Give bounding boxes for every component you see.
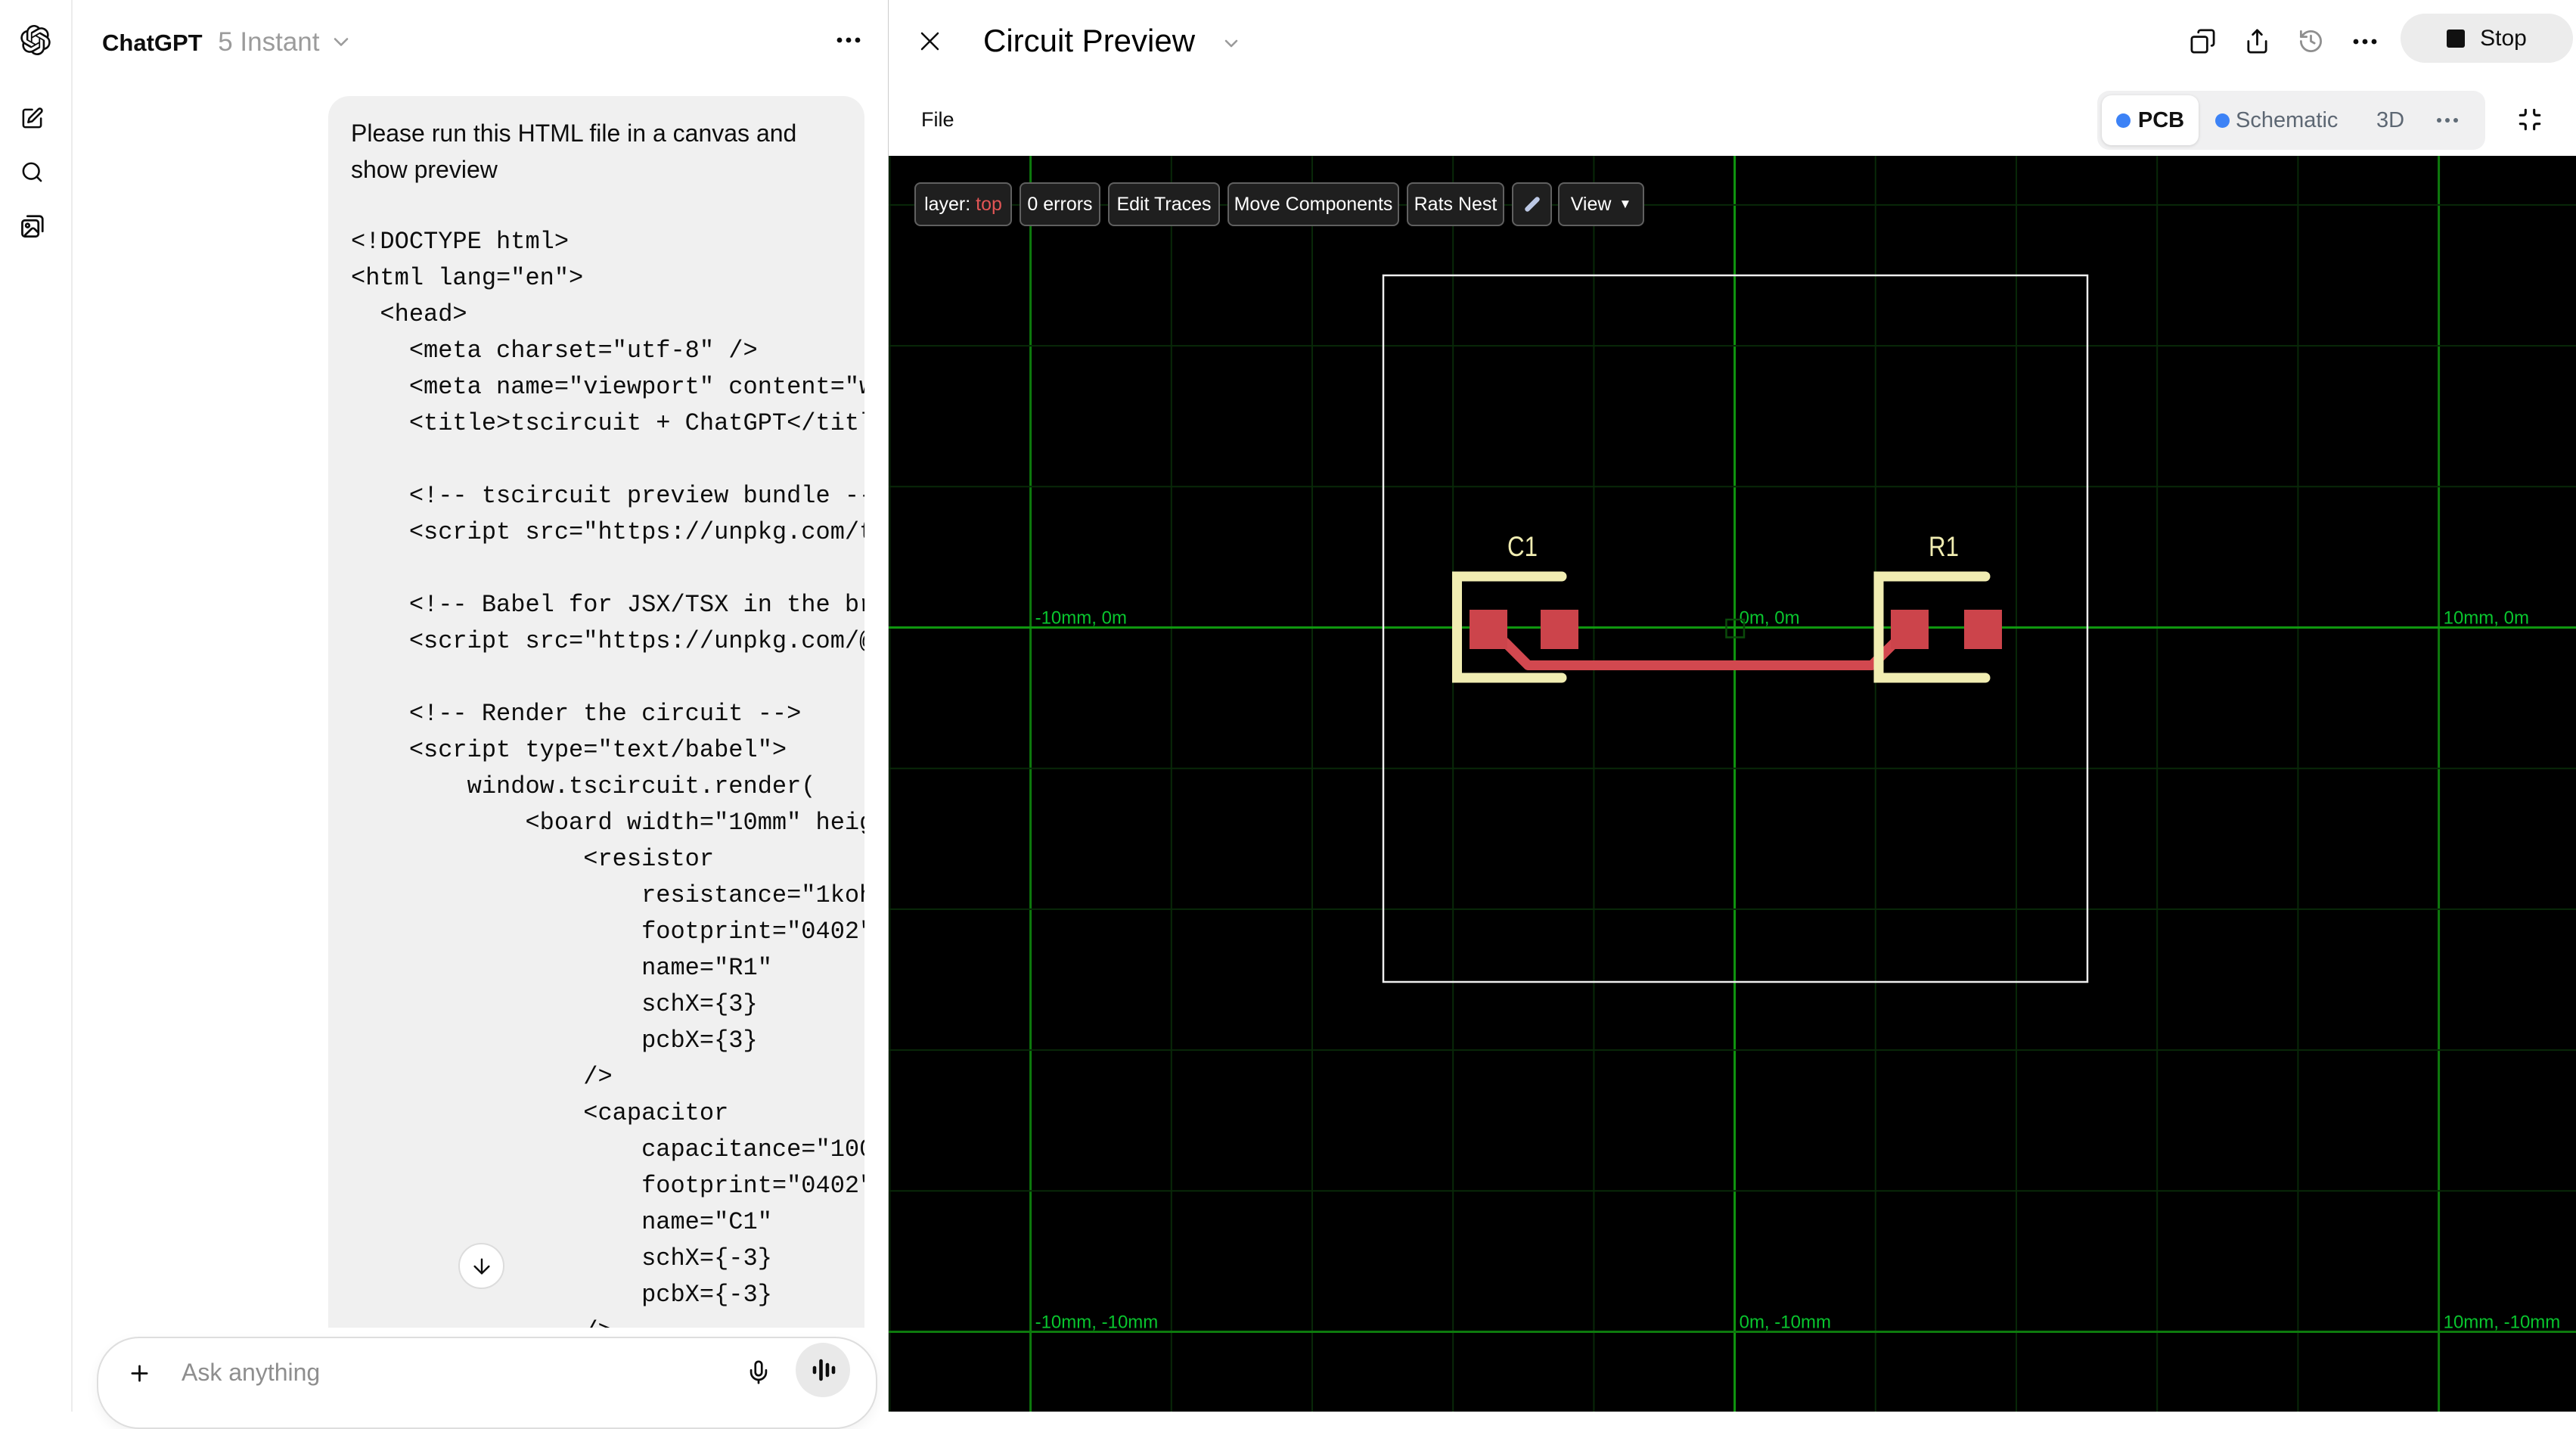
svg-text:R1: R1 (1929, 531, 1959, 562)
svg-text:0m, -10mm: 0m, -10mm (1740, 1313, 1831, 1333)
svg-text:0m, 0m: 0m, 0m (1740, 608, 1800, 629)
svg-text:10mm, 0m: 10mm, 0m (2444, 608, 2529, 629)
svg-text:C1: C1 (1507, 531, 1538, 562)
svg-text:-10mm, 0m: -10mm, 0m (1035, 608, 1127, 629)
svg-text:10mm, -10mm: 10mm, -10mm (2444, 1313, 2561, 1333)
svg-text:-10mm, -10mm: -10mm, -10mm (1035, 1313, 1159, 1333)
